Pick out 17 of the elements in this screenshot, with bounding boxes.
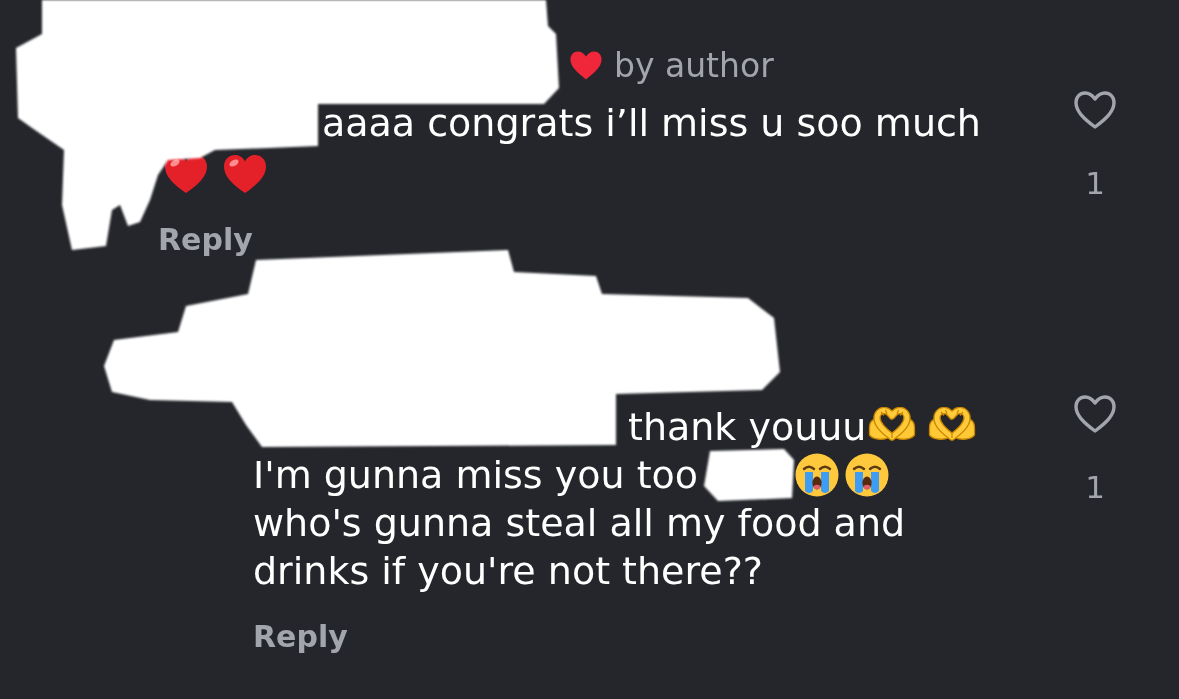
reply-link[interactable]: Reply [253,617,348,657]
heart-icon[interactable] [1073,394,1117,434]
heart-hands-emoji-icon [868,407,917,441]
liked-by-author-label: by author [614,45,774,85]
like-count: 1 [1085,468,1105,507]
heart-hands-emoji-icon [928,407,977,441]
comment-text: drinks if you're not there?? [253,549,763,593]
like-count: 1 [1085,164,1105,203]
reply-link[interactable]: Reply [158,220,253,260]
comment-text: I'm gunna miss you too [253,453,699,497]
comment-text: thank youuu [628,405,867,449]
comment-text: who's gunna steal all my food and [253,501,906,545]
comment-text: aaaa congrats i’ll miss u soo much [322,101,981,145]
heart-icon[interactable] [1073,90,1117,130]
crying-face-emoji-icon [844,452,891,498]
crying-face-emoji-icon [794,452,841,498]
heart-emoji-icon [222,153,268,195]
